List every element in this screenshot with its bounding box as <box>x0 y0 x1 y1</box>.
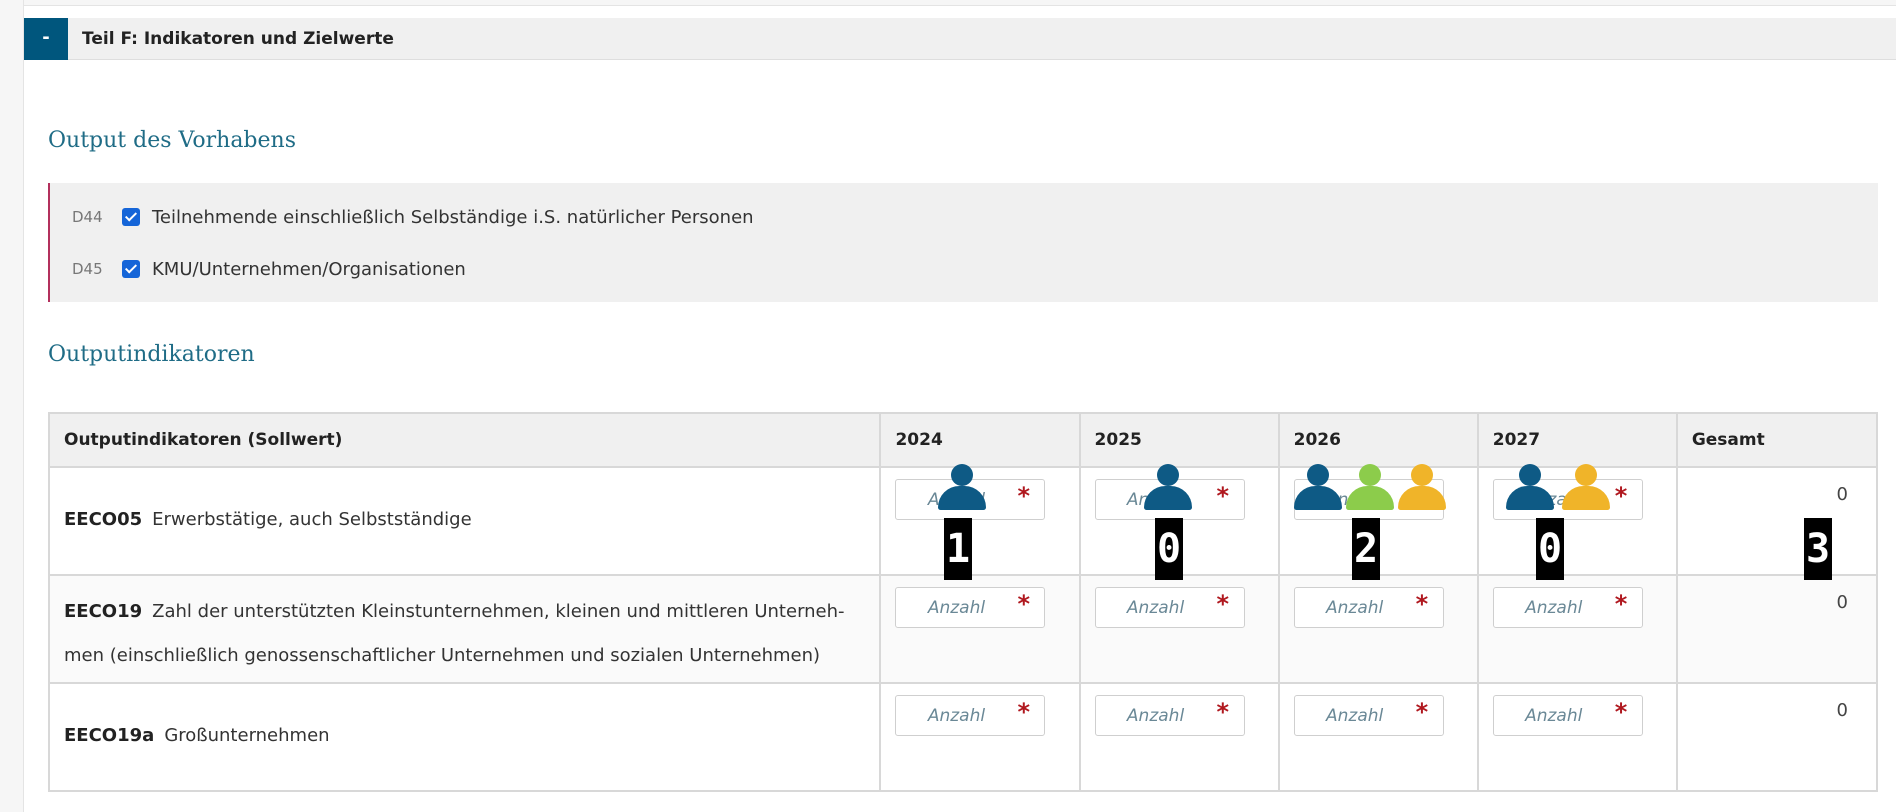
indicator-label: Erwerbstätige, auch Selbstständige <box>152 509 472 530</box>
number-input[interactable] <box>1094 587 1245 628</box>
number-input[interactable] <box>895 695 1046 736</box>
table-row: EECO19 Zahl der unterstützten Kleinstunte… <box>47 574 1879 684</box>
output-heading: Output des Vorhabens <box>48 128 296 153</box>
indicator-label: Zahl der unterstützten Kleinstunternehme… <box>64 601 845 666</box>
year-cell: * <box>1476 574 1678 684</box>
output-code: D44 <box>72 208 103 226</box>
number-input[interactable] <box>1293 587 1444 628</box>
total-cell: 0 <box>1675 682 1879 792</box>
person-icon <box>1506 464 1554 516</box>
output-item-d44: D44 Teilnehmende einschließlich Selbstän… <box>50 202 754 232</box>
year-cell: * <box>1277 574 1479 684</box>
output-checkbox-group: D44 Teilnehmende einschließlich Selbstän… <box>48 183 1878 302</box>
collapse-button[interactable]: - <box>24 18 68 60</box>
count-badge: 2 <box>1352 518 1380 580</box>
output-code: D45 <box>72 260 103 278</box>
indicator-code: EECO19 <box>64 601 143 622</box>
year-cell: * <box>1078 574 1280 684</box>
person-icon <box>938 464 986 516</box>
year-cell: * <box>1078 682 1280 792</box>
person-icon <box>1144 464 1192 516</box>
column-header: Gesamt <box>1675 412 1879 468</box>
indicators-heading: Outputindikatoren <box>48 342 255 367</box>
indicator-code: EECO19a <box>64 725 155 746</box>
column-header: 2027 <box>1476 412 1678 468</box>
checkbox-d45[interactable] <box>122 260 140 278</box>
column-header: 2024 <box>879 412 1081 468</box>
checkbox-d44[interactable] <box>122 208 140 226</box>
count-badge: 0 <box>1155 518 1183 580</box>
page: - Teil F: Indikatoren und Zielwerte Outp… <box>0 0 1896 812</box>
table-header-row: Outputindikatoren (Sollwert) 2024 2025 2… <box>47 412 1879 468</box>
number-input[interactable] <box>1492 587 1643 628</box>
total-cell: 0 <box>1675 574 1879 684</box>
count-badge: 1 <box>944 518 972 580</box>
person-icon <box>1346 464 1394 516</box>
column-header: Outputindikatoren (Sollwert) <box>47 412 882 468</box>
top-margin <box>24 0 1896 6</box>
year-cell: * <box>1277 682 1479 792</box>
count-badge: 3 <box>1804 518 1832 580</box>
section-title: Teil F: Indikatoren und Zielwerte <box>82 29 394 49</box>
year-cell: * <box>879 574 1081 684</box>
indicator-name-cell: EECO19a Großunternehmen <box>47 682 882 792</box>
number-input[interactable] <box>1492 695 1643 736</box>
output-label: KMU/Unternehmen/Organisationen <box>152 258 466 280</box>
person-icon <box>1562 464 1610 516</box>
table-row: EECO19a Großunternehmen * * * * 0 <box>47 682 1879 792</box>
total-cell: 0 <box>1675 466 1879 576</box>
person-icon <box>1398 464 1446 516</box>
year-cell: * <box>1476 682 1678 792</box>
indicator-name-cell: EECO19 Zahl der unterstützten Kleinstunte… <box>47 574 882 684</box>
number-input[interactable] <box>1293 695 1444 736</box>
total-value: 0 <box>1836 484 1848 505</box>
left-margin <box>0 0 24 812</box>
indicator-code: EECO05 <box>64 509 143 530</box>
section-header: - Teil F: Indikatoren und Zielwerte <box>24 18 1896 60</box>
total-value: 0 <box>1836 700 1848 721</box>
year-cell: * <box>879 682 1081 792</box>
output-item-d45: D45 KMU/Unternehmen/Organisationen <box>50 254 466 284</box>
indicator-name-cell: EECO05 Erwerbstätige, auch Selbstständige <box>47 466 882 576</box>
indicator-label: Großunternehmen <box>164 725 330 746</box>
number-input[interactable] <box>1094 695 1245 736</box>
output-label: Teilnehmende einschließlich Selbständige… <box>152 206 754 228</box>
total-value: 0 <box>1836 592 1848 613</box>
number-input[interactable] <box>895 587 1046 628</box>
column-header: 2026 <box>1277 412 1479 468</box>
person-icon <box>1294 464 1342 516</box>
count-badge: 0 <box>1536 518 1564 580</box>
column-header: 2025 <box>1078 412 1280 468</box>
